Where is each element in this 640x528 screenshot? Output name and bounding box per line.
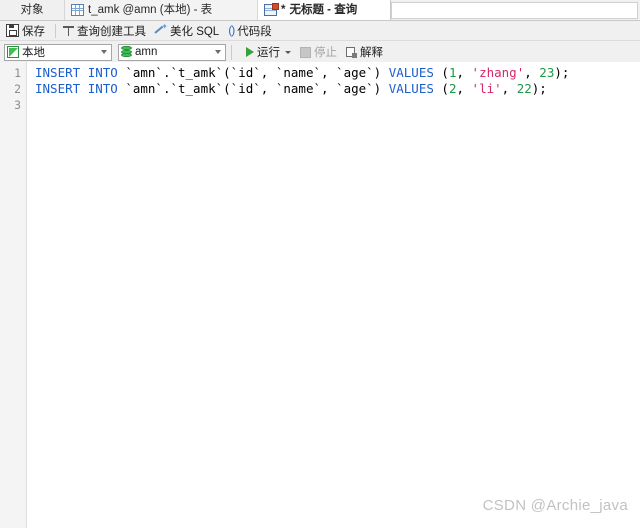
watermark: CSDN @Archie_java: [482, 497, 628, 514]
database-icon: [121, 46, 132, 58]
play-icon: [246, 47, 254, 57]
save-icon: [6, 24, 19, 37]
query-icon: [264, 3, 279, 16]
chevron-down-icon: [214, 50, 221, 54]
connection-select-value: 本地: [22, 47, 45, 59]
line-number-gutter: 1 2 3: [0, 62, 27, 518]
code-snippet-button[interactable]: () 代码段: [225, 22, 278, 39]
code-token: ,: [456, 65, 472, 80]
toolbar-separator-1: [55, 23, 56, 38]
save-button-label: 保存: [22, 25, 45, 38]
database-select-value: amn: [135, 46, 158, 58]
code-line: INSERT INTO `amn`.`t_amk`(`id`, `name`, …: [35, 65, 640, 81]
code-token: ,: [524, 65, 540, 80]
explain-icon: [346, 46, 357, 58]
run-button-label: 运行: [257, 47, 280, 59]
tab-table-t-amk-label: t_amk @amn (本地) - 表: [88, 3, 213, 16]
code-area[interactable]: INSERT INTO `amn`.`t_amk`(`id`, `name`, …: [27, 62, 640, 518]
database-select-arrow[interactable]: [210, 45, 225, 60]
code-token: `amn`.`t_amk`(`id`, `name`, `age`): [117, 65, 389, 80]
sql-editor[interactable]: 123 INSERT INTO `amn`.`t_amk`(`id`, `nam…: [0, 62, 640, 518]
line-number: 1: [14, 66, 21, 80]
code-token: INTO: [87, 65, 118, 80]
tab-objects-label: 对象: [20, 3, 44, 16]
tab-objects[interactable]: 对象: [0, 0, 65, 20]
line-number: 2: [14, 82, 21, 96]
stop-button[interactable]: 停止: [297, 44, 343, 61]
query-builder-button[interactable]: 查询创建工具: [60, 22, 152, 39]
tab-table-t-amk[interactable]: t_amk @amn (本地) - 表: [65, 0, 258, 20]
toolbar-separator-2: [231, 44, 232, 60]
code-token: INSERT: [35, 81, 81, 96]
connection-select[interactable]: 本地: [4, 43, 112, 61]
code-token: 'zhang': [471, 65, 525, 80]
stop-button-label: 停止: [314, 47, 337, 59]
code-token: VALUES: [388, 81, 434, 96]
line-number: 3: [14, 98, 21, 112]
connection-select-arrow[interactable]: [96, 45, 111, 60]
beautify-sql-button[interactable]: 美化 SQL: [152, 22, 225, 39]
run-button[interactable]: 运行: [243, 44, 297, 61]
editor-bottom-strip: [0, 518, 640, 528]
code-token: 22: [516, 81, 532, 96]
code-snippet-label: 代码段: [237, 25, 272, 38]
code-token: INTO: [87, 81, 118, 96]
save-button[interactable]: 保存: [3, 22, 51, 39]
code-line: INSERT INTO `amn`.`t_amk`(`id`, `name`, …: [35, 81, 640, 97]
wand-icon: [155, 22, 168, 36]
editor-toolbar: 保存 查询创建工具 美化 SQL () 代码段: [0, 21, 640, 41]
chevron-down-icon: [100, 50, 107, 54]
code-token: ,: [501, 81, 517, 96]
code-token: ,: [456, 81, 472, 96]
query-builder-label: 查询创建工具: [77, 25, 146, 38]
connection-toolbar: 本地 amn 运行 停止 解释: [0, 41, 640, 64]
code-token: INSERT: [35, 65, 81, 80]
code-token: `amn`.`t_amk`(`id`, `name`, `age`): [117, 81, 389, 96]
code-token: VALUES: [388, 65, 434, 80]
gutter-tail: [0, 518, 27, 528]
tab-untitled-query-label: 无标题 - 查询: [289, 3, 358, 16]
explain-button[interactable]: 解释: [343, 44, 389, 61]
code-token: (: [433, 81, 449, 96]
tab-bar-empty-area: [391, 2, 638, 19]
explain-button-label: 解释: [360, 47, 383, 59]
chevron-down-icon[interactable]: [285, 50, 291, 54]
tab-untitled-query[interactable]: * 无标题 - 查询: [258, 0, 391, 20]
query-builder-icon: [63, 25, 74, 36]
code-token: );: [531, 81, 547, 96]
connection-icon: [7, 46, 19, 58]
beautify-sql-label: 美化 SQL: [170, 25, 220, 38]
table-grid-icon: [71, 4, 84, 16]
tab-bar: 对象 t_amk @amn (本地) - 表 * 无标题 - 查询: [0, 0, 640, 21]
code-token: (: [433, 65, 449, 80]
code-token: 23: [539, 65, 555, 80]
code-token: 'li': [471, 81, 502, 96]
parenthesis-icon: (): [228, 23, 235, 37]
stop-icon: [300, 46, 311, 58]
code-token: );: [554, 65, 570, 80]
run-controls: 运行 停止 解释: [243, 41, 389, 63]
tab-modified-asterisk: *: [281, 3, 286, 16]
database-select[interactable]: amn: [118, 43, 226, 61]
